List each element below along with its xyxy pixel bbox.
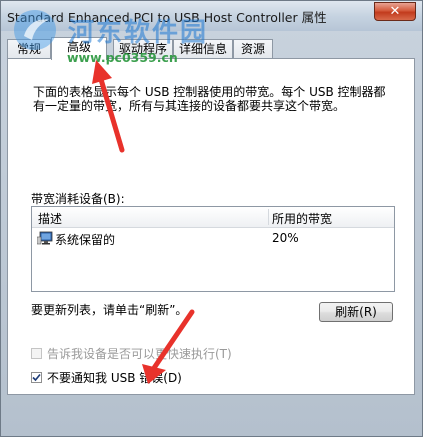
column-divider[interactable] (268, 209, 269, 225)
tab-general-label: 常规 (16, 42, 41, 56)
close-icon: ✕ (389, 4, 401, 19)
close-button[interactable]: ✕ (374, 2, 416, 21)
checkmark-icon (32, 373, 41, 382)
properties-dialog: Standard Enhanced PCI to USB Host Contro… (0, 0, 423, 437)
device-bandwidth: 20% (272, 231, 299, 245)
tab-resources[interactable]: 资源 (233, 39, 273, 59)
refresh-hint: 要更新列表，请单击“刷新”。 (31, 303, 188, 317)
window-title: Standard Enhanced PCI to USB Host Contro… (7, 10, 327, 25)
bandwidth-consumers-label: 带宽消耗设备(B): (31, 192, 125, 206)
tab-details[interactable]: 详细信息 (173, 39, 233, 59)
faster-performance-label: 告诉我设备是否可以更快速执行(T) (47, 347, 232, 361)
computer-device-icon (36, 231, 53, 245)
tab-resources-label: 资源 (240, 42, 265, 56)
list-header: 描述 所用的带宽 (32, 207, 394, 228)
tab-general[interactable]: 常规 (7, 39, 51, 59)
tab-details-label: 详细信息 (178, 42, 227, 56)
device-name: 系统保留的 (55, 233, 116, 247)
tab-advanced[interactable]: 高级 (51, 37, 107, 60)
refresh-button[interactable]: 刷新(R) (319, 302, 393, 322)
list-item[interactable]: 系统保留的 20% (32, 230, 394, 248)
tab-advanced-label: 高级 (66, 40, 91, 54)
title-bar[interactable]: Standard Enhanced PCI to USB Host Contro… (1, 1, 422, 31)
tab-driver-label: 驱动程序 (118, 42, 167, 56)
column-bandwidth[interactable]: 所用的带宽 (272, 210, 332, 227)
tab-driver[interactable]: 驱动程序 (113, 39, 173, 59)
column-description[interactable]: 描述 (38, 210, 62, 227)
bandwidth-device-list[interactable]: 描述 所用的带宽 系统保留的 20% (31, 206, 395, 292)
no-usb-error-notify-checkbox[interactable] (31, 372, 42, 383)
bandwidth-description: 下面的表格显示每个 USB 控制器使用的带宽。每个 USB 控制器都有一定量的带… (33, 85, 386, 113)
no-usb-error-notify-option[interactable]: 不要通知我 USB 错误(D) (31, 369, 182, 386)
no-usb-error-notify-label: 不要通知我 USB 错误(D) (47, 371, 182, 385)
faster-performance-option: 告诉我设备是否可以更快速执行(T) (31, 345, 232, 362)
faster-performance-checkbox (31, 348, 42, 359)
